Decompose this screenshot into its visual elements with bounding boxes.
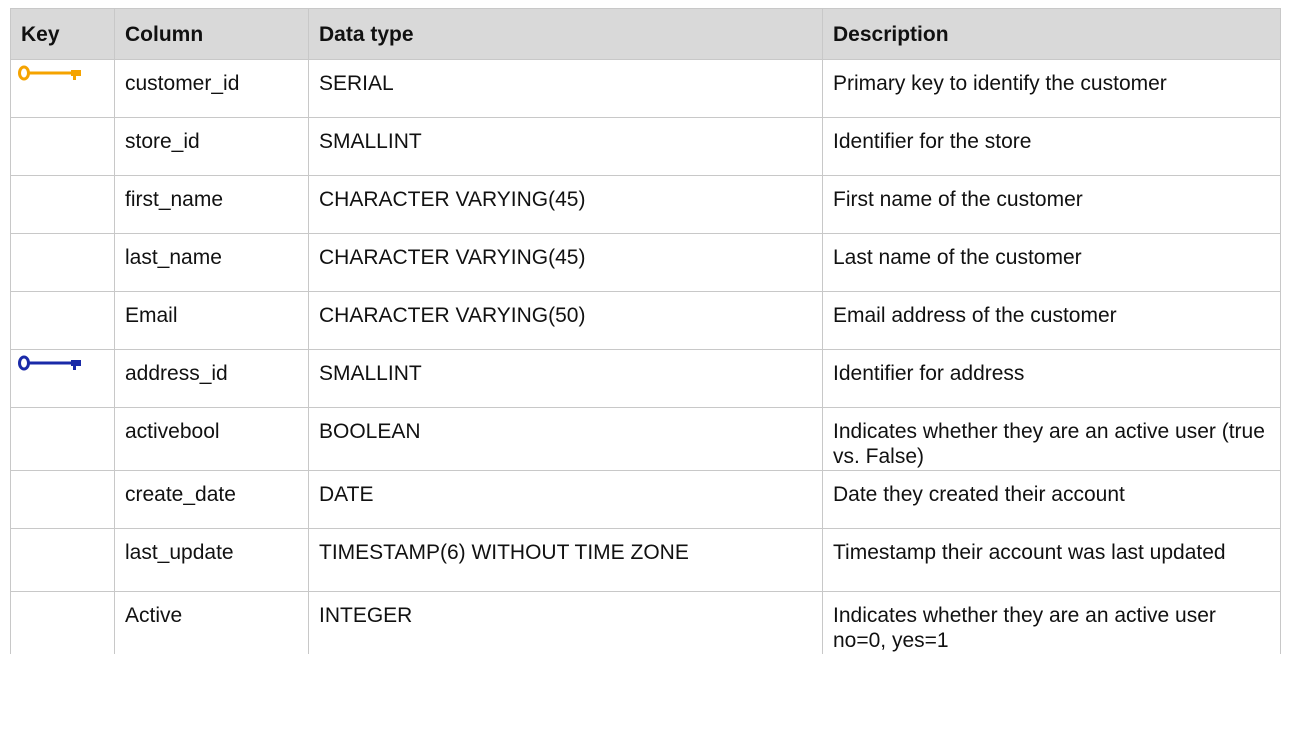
data-type: CHARACTER VARYING(50) (308, 291, 823, 350)
key-cell (10, 349, 115, 408)
primary-key-icon (18, 65, 81, 81)
table-row: store_id SMALLINT Identifier for the sto… (10, 117, 1281, 176)
data-type: CHARACTER VARYING(45) (308, 175, 823, 234)
table-row: Active INTEGER Indicates whether they ar… (10, 591, 1281, 654)
description: Timestamp their account was last updated (822, 528, 1281, 592)
description: First name of the customer (822, 175, 1281, 234)
table-row: Email CHARACTER VARYING(50) Email addres… (10, 291, 1281, 350)
key-cell (10, 291, 115, 350)
header-key: Key (10, 8, 115, 60)
data-type: DATE (308, 470, 823, 529)
description: Identifier for address (822, 349, 1281, 408)
column-name: activebool (114, 407, 309, 471)
schema-table: Key Column Data type Description custome… (10, 8, 1281, 654)
table-row: last_update TIMESTAMP(6) WITHOUT TIME ZO… (10, 528, 1281, 592)
description: Last name of the customer (822, 233, 1281, 292)
key-cell (10, 175, 115, 234)
key-cell (10, 470, 115, 529)
data-type: TIMESTAMP(6) WITHOUT TIME ZONE (308, 528, 823, 592)
column-name: Active (114, 591, 309, 654)
data-type: INTEGER (308, 591, 823, 654)
column-name: address_id (114, 349, 309, 408)
table-row: first_name CHARACTER VARYING(45) First n… (10, 175, 1281, 234)
column-name: Email (114, 291, 309, 350)
description: Indicates whether they are an active use… (822, 407, 1281, 471)
column-name: create_date (114, 470, 309, 529)
table-row: address_id SMALLINT Identifier for addre… (10, 349, 1281, 408)
data-type: SERIAL (308, 59, 823, 118)
key-cell (10, 407, 115, 471)
table-header-row: Key Column Data type Description (10, 8, 1281, 60)
data-type: BOOLEAN (308, 407, 823, 471)
key-cell (10, 117, 115, 176)
column-name: store_id (114, 117, 309, 176)
foreign-key-icon (18, 355, 81, 371)
table-row: customer_id SERIAL Primary key to identi… (10, 59, 1281, 118)
data-type: SMALLINT (308, 349, 823, 408)
header-data-type: Data type (308, 8, 823, 60)
data-type: CHARACTER VARYING(45) (308, 233, 823, 292)
column-name: first_name (114, 175, 309, 234)
header-column: Column (114, 8, 309, 60)
table-row: last_name CHARACTER VARYING(45) Last nam… (10, 233, 1281, 292)
key-cell (10, 233, 115, 292)
data-type: SMALLINT (308, 117, 823, 176)
description: Primary key to identify the customer (822, 59, 1281, 118)
description: Indicates whether they are an active use… (822, 591, 1281, 654)
key-cell (10, 59, 115, 118)
column-name: customer_id (114, 59, 309, 118)
key-cell (10, 528, 115, 592)
key-cell (10, 591, 115, 654)
description: Email address of the customer (822, 291, 1281, 350)
table-row: activebool BOOLEAN Indicates whether the… (10, 407, 1281, 471)
column-name: last_update (114, 528, 309, 592)
header-description: Description (822, 8, 1281, 60)
table-row: create_date DATE Date they created their… (10, 470, 1281, 529)
column-name: last_name (114, 233, 309, 292)
description: Date they created their account (822, 470, 1281, 529)
description: Identifier for the store (822, 117, 1281, 176)
